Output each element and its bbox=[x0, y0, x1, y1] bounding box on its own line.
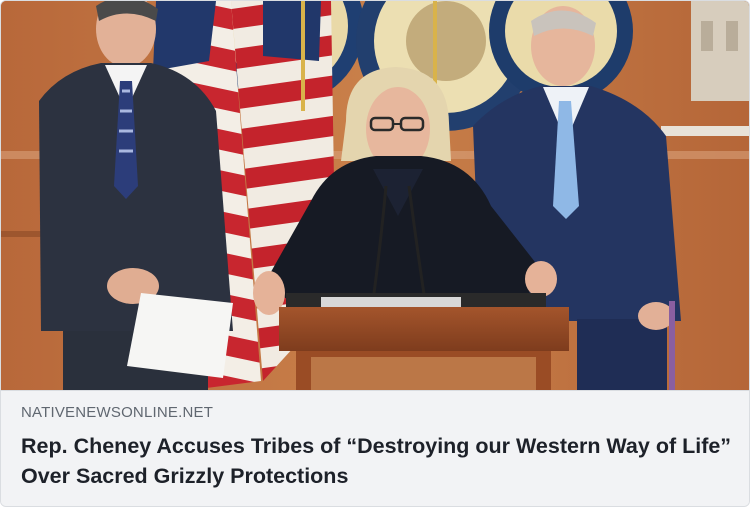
photo-illustration bbox=[1, 1, 749, 390]
link-caption[interactable]: NATIVENEWSONLINE.NET Rep. Cheney Accuses… bbox=[1, 390, 749, 506]
link-preview-card[interactable]: NATIVENEWSONLINE.NET Rep. Cheney Accuses… bbox=[0, 0, 750, 507]
article-headline[interactable]: Rep. Cheney Accuses Tribes of “Destroyin… bbox=[21, 431, 733, 491]
source-domain: NATIVENEWSONLINE.NET bbox=[21, 404, 214, 421]
article-photo[interactable] bbox=[1, 1, 749, 390]
